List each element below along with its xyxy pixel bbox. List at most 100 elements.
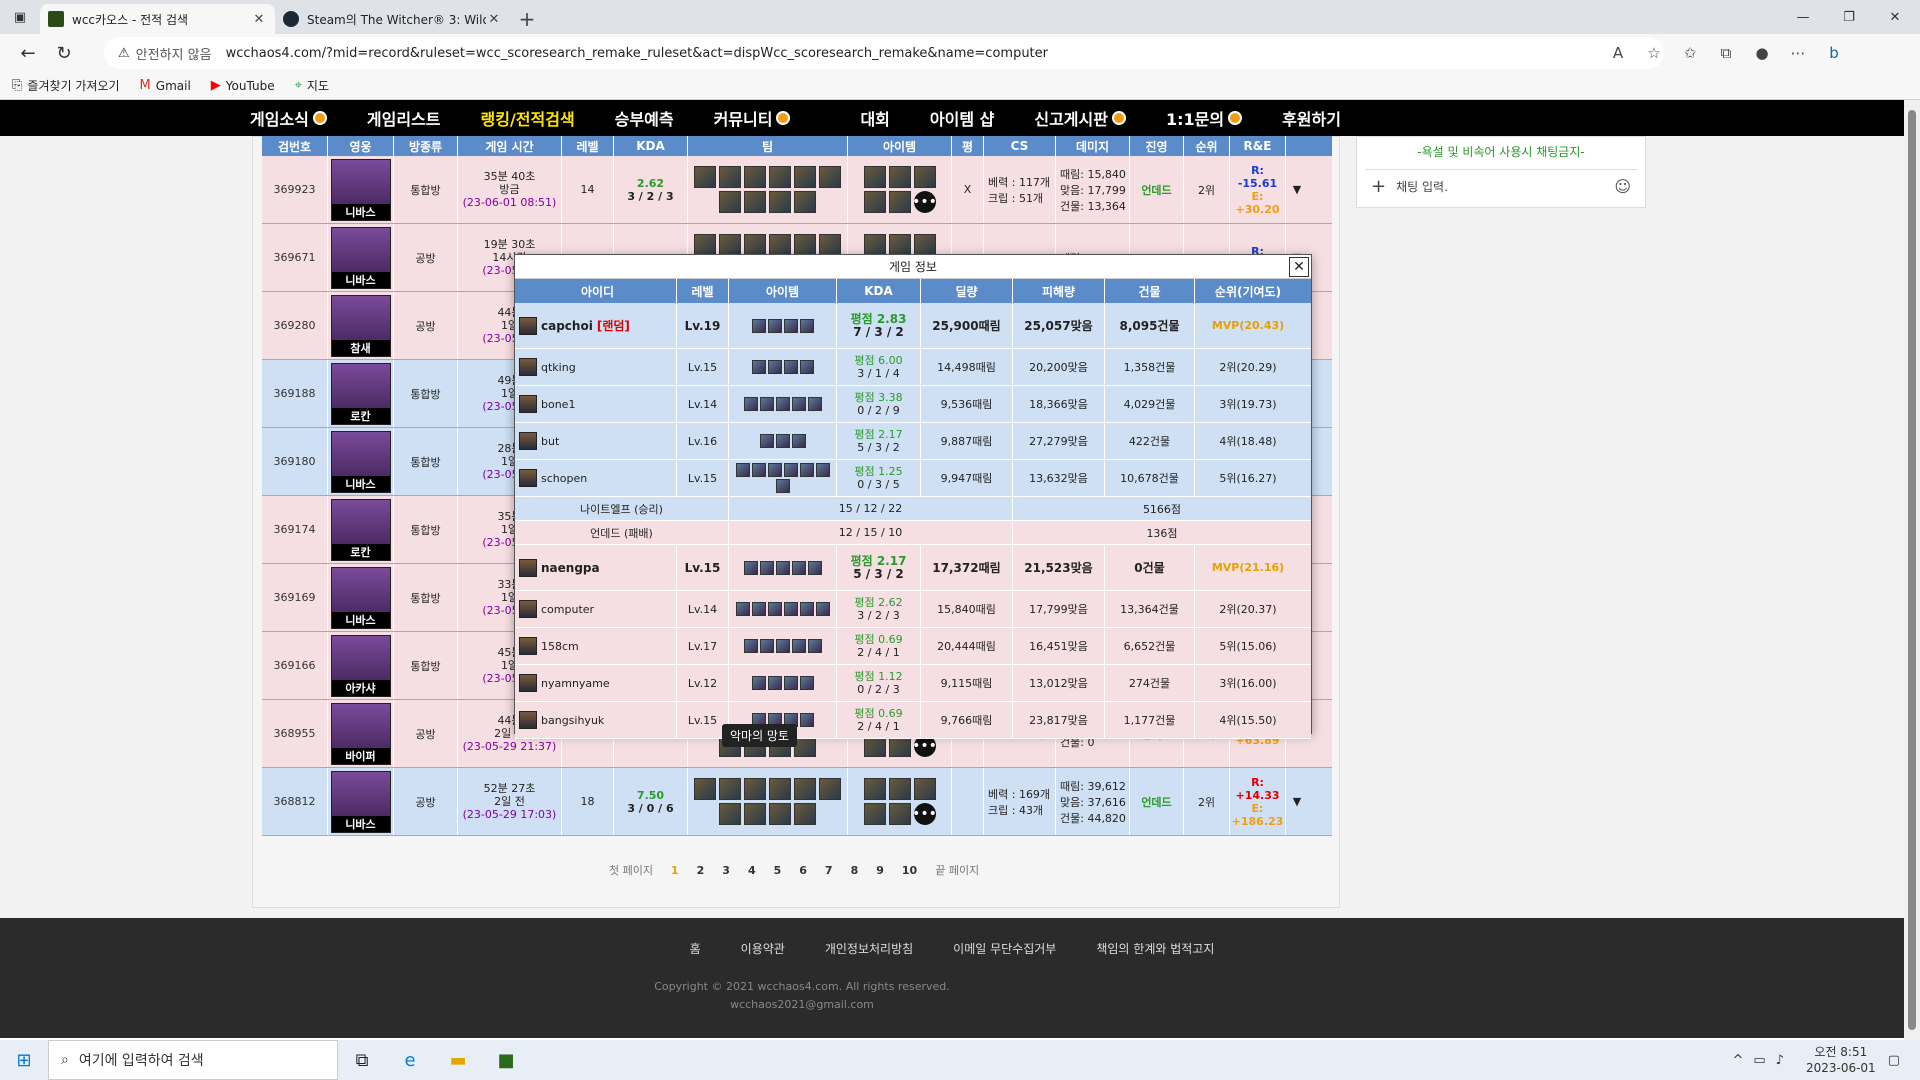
item-icon[interactable] [775,434,790,448]
team-hero-icon[interactable] [694,166,716,188]
item-icon[interactable] [751,463,766,477]
player-row[interactable]: qtking Lv.15 평점 6.00 3 / 1 / 4 14,498때림 2… [515,349,1311,386]
item-icon[interactable] [767,676,782,690]
close-tab-icon[interactable]: ✕ [486,12,502,27]
clock[interactable]: 오전 8:51 2023-06-01 [1806,1044,1876,1076]
tab-steam[interactable]: Steam의 The Witcher® 3: Wild Hunt ✕ [275,4,510,34]
item-icon[interactable] [807,560,822,575]
volume-icon[interactable]: ♪ [1776,1053,1784,1068]
item-icon[interactable] [799,676,814,690]
nav-tournament[interactable]: 대회 [860,106,889,130]
player-row[interactable]: but Lv.16 평점 2.17 5 / 3 / 2 9,887때림 27,27… [515,423,1311,460]
player-row[interactable]: computer Lv.14 평점 2.62 3 / 2 / 3 15,840때림… [515,591,1311,628]
footer-link[interactable]: 이메일 무단수집거부 [953,940,1056,957]
item-icon[interactable] [863,778,886,800]
close-window-icon[interactable]: ✕ [1872,0,1918,34]
footer-link[interactable]: 책임의 한계와 법적고지 [1096,940,1214,957]
item-icon[interactable] [775,560,790,575]
expand-arrow-icon[interactable]: ▼ [1286,768,1308,835]
player-name[interactable]: capchoi [541,319,593,333]
more-items-icon[interactable]: ••• [912,191,937,213]
col-kda[interactable]: KDA [614,136,688,156]
item-icon[interactable] [767,360,782,374]
item-icon[interactable] [791,560,806,575]
team-hero-icon[interactable] [694,234,716,256]
item-icon[interactable] [775,397,790,411]
more-icon[interactable]: ⋯ [1780,44,1816,62]
hero-portrait[interactable]: 로칸 [330,362,391,425]
col-level[interactable]: 레벨 [562,136,614,156]
chevron-up-icon[interactable]: ^ [1732,1053,1743,1068]
player-name[interactable]: bone1 [541,398,575,411]
col-rating[interactable]: 평 [952,136,984,156]
page-link[interactable]: 7 [822,862,836,879]
footer-link[interactable]: 이용약관 [741,940,785,957]
player-row[interactable]: nyamnyame Lv.12 평점 1.12 0 / 2 / 3 9,115때림… [515,665,1311,702]
col-type[interactable]: 방종류 [394,136,458,156]
windows-start-icon[interactable]: ⊞ [0,1040,48,1080]
item-icon[interactable] [799,602,814,616]
last-page-link[interactable]: 끝 페이지 [932,860,982,880]
player-row[interactable]: capchoi [랜덤] Lv.19 평점 2.83 7 / 3 / 2 25,90… [515,303,1311,349]
item-icon[interactable] [775,479,790,493]
record-row[interactable]: 368812 니바스 공방 52분 27초 2일 전 (23-05-29 17:03… [262,768,1332,836]
item-icon[interactable] [759,434,774,448]
item-icon[interactable] [735,463,750,477]
item-icon[interactable] [783,463,798,477]
item-icon[interactable] [863,803,886,825]
item-icon[interactable] [767,463,782,477]
item-icon[interactable] [735,602,750,616]
expand-arrow-icon[interactable]: ▼ [1286,156,1308,223]
read-aloud-icon[interactable]: A [1600,44,1636,62]
hero-portrait[interactable]: 아카샤 [330,634,391,697]
player-row[interactable]: bone1 Lv.14 평점 3.38 0 / 2 / 9 9,536때림 18,… [515,386,1311,423]
team-hero-icon[interactable] [719,803,741,825]
team-hero-icon[interactable] [819,778,841,800]
item-icon[interactable] [759,639,774,653]
col-hero[interactable]: 영웅 [328,136,394,156]
item-icon[interactable] [888,803,911,825]
player-name[interactable]: qtking [541,361,576,374]
player-row[interactable]: 158cm Lv.17 평점 0.69 2 / 4 / 1 20,444때림 16… [515,628,1311,665]
team-hero-icon[interactable] [794,191,816,213]
col-cs[interactable]: CS [984,136,1056,156]
page-link[interactable]: 1 [668,862,682,879]
team-hero-icon[interactable] [744,778,766,800]
item-icon[interactable] [863,234,886,256]
bookmark-gmail[interactable]: M Gmail [140,78,191,93]
player-row[interactable]: schopen Lv.15 평점 1.25 0 / 3 / 5 9,947때림 1… [515,460,1311,497]
team-hero-icon[interactable] [719,166,741,188]
item-icon[interactable] [807,397,822,411]
item-icon[interactable] [863,166,886,188]
item-icon[interactable] [783,602,798,616]
hero-portrait[interactable]: 바이퍼 [330,702,391,765]
item-icon[interactable] [863,191,886,213]
team-hero-icon[interactable] [744,803,766,825]
item-icon[interactable] [815,463,830,477]
item-icon[interactable] [743,639,758,653]
close-tab-icon[interactable]: ✕ [251,12,267,27]
hero-portrait[interactable]: 로칸 [330,498,391,561]
file-explorer-icon[interactable]: ▬ [434,1040,482,1080]
favorites-icon[interactable]: ✩ [1672,44,1708,62]
item-icon[interactable] [743,397,758,411]
hero-portrait[interactable]: 니바스 [330,226,391,289]
page-link[interactable]: 9 [873,862,887,879]
back-icon[interactable]: ← [10,37,46,69]
nav-inquiry[interactable]: 1:1문의 [1166,106,1243,130]
nav-news[interactable]: 게임소식 [250,106,327,130]
nav-gamelist[interactable]: 게임리스트 [367,106,441,130]
hero-portrait[interactable]: 니바스 [330,566,391,629]
item-icon[interactable] [913,234,936,256]
player-name[interactable]: 158cm [541,640,579,653]
item-icon[interactable] [743,560,758,575]
item-icon[interactable] [751,676,766,690]
item-icon[interactable] [807,639,822,653]
team-hero-icon[interactable] [794,778,816,800]
item-icon[interactable] [913,166,936,188]
restore-icon[interactable]: ❐ [1826,0,1872,34]
edge-icon[interactable]: e [386,1040,434,1080]
emoji-icon[interactable]: ☺ [1614,177,1631,196]
address-bar[interactable]: ⚠ 안전하지 않음 wcchaos4.com/?mid=record&rules… [104,37,1664,69]
minimize-icon[interactable]: — [1780,0,1826,34]
